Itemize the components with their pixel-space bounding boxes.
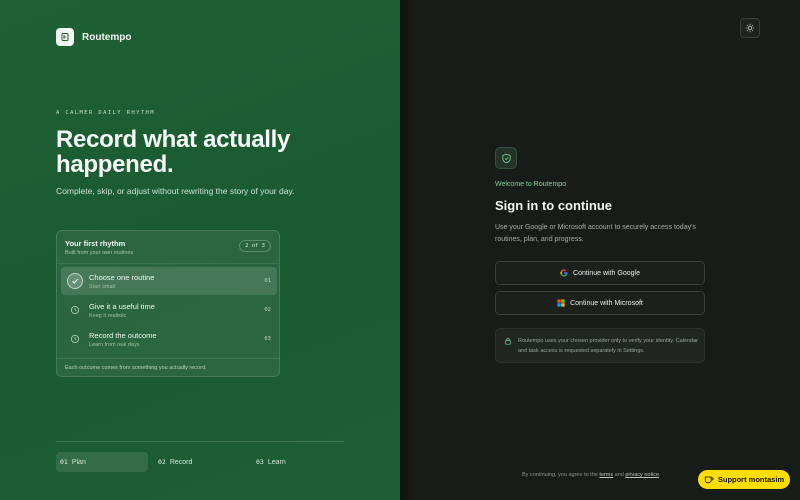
step-subtitle: Keep it realistic xyxy=(89,313,127,319)
step-number: 02 xyxy=(264,307,271,313)
progress-badge: 2 of 3 xyxy=(239,240,271,252)
legal-text: By continuing, you agree to the terms an… xyxy=(522,472,661,478)
support-button[interactable]: Support montasim xyxy=(698,470,790,489)
tab-label: Record xyxy=(169,458,193,466)
tab-learn[interactable]: 03 Learn xyxy=(252,452,344,472)
microsoft-signin-button[interactable]: Continue with Microsoft xyxy=(495,291,705,315)
google-signin-label: Continue with Google xyxy=(573,269,640,277)
divider xyxy=(56,441,344,442)
signin-title: Sign in to continue xyxy=(495,198,612,213)
lock-icon xyxy=(505,337,511,345)
divider xyxy=(57,358,279,359)
divider xyxy=(57,263,279,264)
marketing-panel: Routempo A CALMER DAILY RHYTHM Record wh… xyxy=(0,0,400,500)
rhythm-card-footer: Each outcome comes from something you ac… xyxy=(65,365,207,371)
coffee-cup-icon xyxy=(704,476,714,484)
rhythm-card-title: Your first rhythm xyxy=(65,239,126,248)
tab-label: Learn xyxy=(267,458,286,466)
tab-plan[interactable]: 01 Plan xyxy=(56,452,148,472)
step-useful-time[interactable]: Give it a useful time Keep it realistic … xyxy=(61,296,277,324)
step-number: 03 xyxy=(264,336,271,342)
hero-subtitle: Complete, skip, or adjust without rewrit… xyxy=(56,186,295,196)
brand-logo-icon xyxy=(56,28,74,46)
legal-and: and xyxy=(614,472,624,478)
tab-record[interactable]: 02 Record xyxy=(154,452,246,472)
microsoft-signin-label: Continue with Microsoft xyxy=(570,299,643,307)
microsoft-icon xyxy=(557,299,565,307)
brand-name: Routempo xyxy=(82,31,132,43)
step-subtitle: Start small xyxy=(89,284,115,290)
welcome-text: Welcome to Routempo xyxy=(495,181,567,188)
tab-number: 01 xyxy=(60,458,68,466)
clock-icon xyxy=(67,302,83,318)
legal-prefix: By continuing, you agree to the xyxy=(522,472,598,478)
signin-description: Use your Google or Microsoft account to … xyxy=(495,224,696,243)
tab-label: Plan xyxy=(71,458,86,466)
tab-number: 03 xyxy=(256,458,264,466)
hero-eyebrow: A CALMER DAILY RHYTHM xyxy=(56,110,155,116)
step-record-outcome[interactable]: Record the outcome Learn from real days … xyxy=(61,325,277,353)
sun-icon xyxy=(745,23,755,33)
clock-icon xyxy=(67,331,83,347)
hero-headline: Record what actually happened. xyxy=(56,126,291,178)
step-title: Give it a useful time xyxy=(89,302,155,311)
google-icon xyxy=(560,269,568,277)
privacy-notice-text: Routempo uses your chosen provider only … xyxy=(518,338,698,354)
terms-link[interactable]: terms xyxy=(599,472,613,478)
rhythm-card-subtitle: Built from your own routines xyxy=(65,250,134,256)
google-signin-button[interactable]: Continue with Google xyxy=(495,261,705,285)
rhythm-card: Your first rhythm Built from your own ro… xyxy=(56,230,280,377)
legal-suffix: . xyxy=(659,472,661,478)
theme-toggle-button[interactable] xyxy=(740,18,760,38)
privacy-notice-link[interactable]: privacy notice xyxy=(625,472,659,478)
step-title: Record the outcome xyxy=(89,331,157,340)
brand[interactable]: Routempo xyxy=(56,28,131,46)
support-label: Support montasim xyxy=(717,475,785,484)
step-title: Choose one routine xyxy=(89,273,155,282)
tab-number: 02 xyxy=(158,458,166,466)
privacy-notice-box: Routempo uses your chosen provider only … xyxy=(495,328,705,363)
step-subtitle: Learn from real days xyxy=(89,342,140,348)
check-icon xyxy=(67,273,83,289)
step-number: 01 xyxy=(264,278,271,284)
step-choose-routine[interactable]: Choose one routine Start small 01 xyxy=(61,267,277,295)
shield-check-icon xyxy=(495,147,517,169)
signin-panel: Welcome to Routempo Sign in to continue … xyxy=(400,0,800,500)
